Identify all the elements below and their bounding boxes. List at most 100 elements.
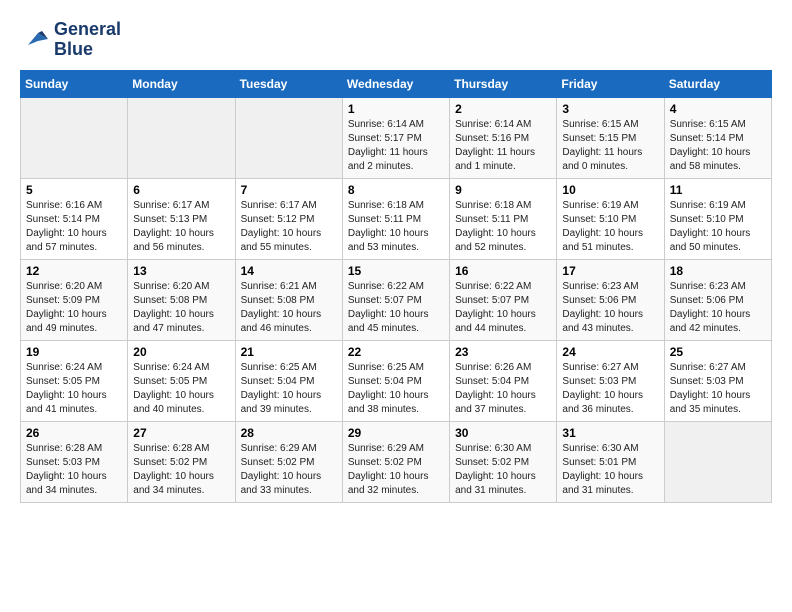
day-number: 15 bbox=[348, 264, 444, 278]
calendar-cell: 9 Sunrise: 6:18 AM Sunset: 5:11 PM Daylig… bbox=[450, 178, 557, 259]
header-wednesday: Wednesday bbox=[342, 70, 449, 97]
day-number: 20 bbox=[133, 345, 229, 359]
day-number: 9 bbox=[455, 183, 551, 197]
day-number: 29 bbox=[348, 426, 444, 440]
day-info: Sunrise: 6:20 AM Sunset: 5:09 PM Dayligh… bbox=[26, 280, 122, 336]
day-number: 19 bbox=[26, 345, 122, 359]
day-info: Sunrise: 6:24 AM Sunset: 5:05 PM Dayligh… bbox=[26, 361, 122, 417]
calendar-week-row: 12 Sunrise: 6:20 AM Sunset: 5:09 PM Dayli… bbox=[21, 259, 772, 340]
day-info: Sunrise: 6:20 AM Sunset: 5:08 PM Dayligh… bbox=[133, 280, 229, 336]
day-info: Sunrise: 6:23 AM Sunset: 5:06 PM Dayligh… bbox=[670, 280, 766, 336]
day-info: Sunrise: 6:27 AM Sunset: 5:03 PM Dayligh… bbox=[562, 361, 658, 417]
day-number: 24 bbox=[562, 345, 658, 359]
calendar-cell: 6 Sunrise: 6:17 AM Sunset: 5:13 PM Daylig… bbox=[128, 178, 235, 259]
calendar-cell: 11Sunrise: 6:19 AM Sunset: 5:10 PM Dayli… bbox=[664, 178, 771, 259]
day-info: Sunrise: 6:24 AM Sunset: 5:05 PM Dayligh… bbox=[133, 361, 229, 417]
calendar-cell: 21 Sunrise: 6:25 AM Sunset: 5:04 PM Dayli… bbox=[235, 340, 342, 421]
day-number: 11 bbox=[670, 183, 766, 197]
logo-icon bbox=[20, 25, 50, 55]
day-info: Sunrise: 6:25 AM Sunset: 5:04 PM Dayligh… bbox=[241, 361, 337, 417]
calendar-cell: 13 Sunrise: 6:20 AM Sunset: 5:08 PM Dayli… bbox=[128, 259, 235, 340]
day-info: Sunrise: 6:14 AM Sunset: 5:16 PM Dayligh… bbox=[455, 118, 551, 174]
day-number: 10 bbox=[562, 183, 658, 197]
calendar-week-row: 19 Sunrise: 6:24 AM Sunset: 5:05 PM Dayli… bbox=[21, 340, 772, 421]
calendar-week-row: 5Sunrise: 6:16 AM Sunset: 5:14 PM Daylig… bbox=[21, 178, 772, 259]
day-number: 14 bbox=[241, 264, 337, 278]
day-info: Sunrise: 6:29 AM Sunset: 5:02 PM Dayligh… bbox=[241, 442, 337, 498]
header-sunday: Sunday bbox=[21, 70, 128, 97]
calendar-cell: 16 Sunrise: 6:22 AM Sunset: 5:07 PM Dayli… bbox=[450, 259, 557, 340]
day-info: Sunrise: 6:22 AM Sunset: 5:07 PM Dayligh… bbox=[455, 280, 551, 336]
day-info: Sunrise: 6:17 AM Sunset: 5:13 PM Dayligh… bbox=[133, 199, 229, 255]
day-info: Sunrise: 6:30 AM Sunset: 5:01 PM Dayligh… bbox=[562, 442, 658, 498]
day-number: 18 bbox=[670, 264, 766, 278]
day-info: Sunrise: 6:22 AM Sunset: 5:07 PM Dayligh… bbox=[348, 280, 444, 336]
day-number: 17 bbox=[562, 264, 658, 278]
day-info: Sunrise: 6:28 AM Sunset: 5:02 PM Dayligh… bbox=[133, 442, 229, 498]
calendar-cell: 3 Sunrise: 6:15 AM Sunset: 5:15 PM Daylig… bbox=[557, 97, 664, 178]
day-info: Sunrise: 6:15 AM Sunset: 5:15 PM Dayligh… bbox=[562, 118, 658, 174]
calendar-cell: 12 Sunrise: 6:20 AM Sunset: 5:09 PM Dayli… bbox=[21, 259, 128, 340]
calendar-cell: 14 Sunrise: 6:21 AM Sunset: 5:08 PM Dayli… bbox=[235, 259, 342, 340]
logo-text: General Blue bbox=[54, 20, 121, 60]
day-info: Sunrise: 6:21 AM Sunset: 5:08 PM Dayligh… bbox=[241, 280, 337, 336]
day-info: Sunrise: 6:14 AM Sunset: 5:17 PM Dayligh… bbox=[348, 118, 444, 174]
day-number: 23 bbox=[455, 345, 551, 359]
header-monday: Monday bbox=[128, 70, 235, 97]
day-info: Sunrise: 6:27 AM Sunset: 5:03 PM Dayligh… bbox=[670, 361, 766, 417]
day-info: Sunrise: 6:18 AM Sunset: 5:11 PM Dayligh… bbox=[455, 199, 551, 255]
day-number: 3 bbox=[562, 102, 658, 116]
logo: General Blue bbox=[20, 20, 121, 60]
day-number: 2 bbox=[455, 102, 551, 116]
calendar-cell: 15 Sunrise: 6:22 AM Sunset: 5:07 PM Dayli… bbox=[342, 259, 449, 340]
day-number: 1 bbox=[348, 102, 444, 116]
day-info: Sunrise: 6:28 AM Sunset: 5:03 PM Dayligh… bbox=[26, 442, 122, 498]
day-number: 21 bbox=[241, 345, 337, 359]
day-info: Sunrise: 6:17 AM Sunset: 5:12 PM Dayligh… bbox=[241, 199, 337, 255]
day-info: Sunrise: 6:23 AM Sunset: 5:06 PM Dayligh… bbox=[562, 280, 658, 336]
calendar-cell: 8Sunrise: 6:18 AM Sunset: 5:11 PM Daylig… bbox=[342, 178, 449, 259]
calendar-cell: 2 Sunrise: 6:14 AM Sunset: 5:16 PM Daylig… bbox=[450, 97, 557, 178]
header-friday: Friday bbox=[557, 70, 664, 97]
day-info: Sunrise: 6:30 AM Sunset: 5:02 PM Dayligh… bbox=[455, 442, 551, 498]
calendar-cell: 18 Sunrise: 6:23 AM Sunset: 5:06 PM Dayli… bbox=[664, 259, 771, 340]
day-info: Sunrise: 6:25 AM Sunset: 5:04 PM Dayligh… bbox=[348, 361, 444, 417]
day-info: Sunrise: 6:15 AM Sunset: 5:14 PM Dayligh… bbox=[670, 118, 766, 174]
calendar-cell: 30Sunrise: 6:30 AM Sunset: 5:02 PM Dayli… bbox=[450, 421, 557, 502]
calendar-cell: 25Sunrise: 6:27 AM Sunset: 5:03 PM Dayli… bbox=[664, 340, 771, 421]
calendar-cell: 5Sunrise: 6:16 AM Sunset: 5:14 PM Daylig… bbox=[21, 178, 128, 259]
calendar-cell: 10Sunrise: 6:19 AM Sunset: 5:10 PM Dayli… bbox=[557, 178, 664, 259]
day-number: 8 bbox=[348, 183, 444, 197]
day-number: 4 bbox=[670, 102, 766, 116]
calendar-week-row: 1 Sunrise: 6:14 AM Sunset: 5:17 PM Daylig… bbox=[21, 97, 772, 178]
calendar-table: SundayMondayTuesdayWednesdayThursdayFrid… bbox=[20, 70, 772, 503]
day-number: 13 bbox=[133, 264, 229, 278]
calendar-cell: 4 Sunrise: 6:15 AM Sunset: 5:14 PM Daylig… bbox=[664, 97, 771, 178]
header-tuesday: Tuesday bbox=[235, 70, 342, 97]
day-number: 7 bbox=[241, 183, 337, 197]
calendar-cell: 20 Sunrise: 6:24 AM Sunset: 5:05 PM Dayli… bbox=[128, 340, 235, 421]
calendar-cell bbox=[128, 97, 235, 178]
calendar-week-row: 26Sunrise: 6:28 AM Sunset: 5:03 PM Dayli… bbox=[21, 421, 772, 502]
day-info: Sunrise: 6:26 AM Sunset: 5:04 PM Dayligh… bbox=[455, 361, 551, 417]
header-thursday: Thursday bbox=[450, 70, 557, 97]
day-number: 16 bbox=[455, 264, 551, 278]
day-number: 22 bbox=[348, 345, 444, 359]
calendar-cell: 31 Sunrise: 6:30 AM Sunset: 5:01 PM Dayli… bbox=[557, 421, 664, 502]
calendar-cell bbox=[664, 421, 771, 502]
calendar-header-row: SundayMondayTuesdayWednesdayThursdayFrid… bbox=[21, 70, 772, 97]
day-number: 12 bbox=[26, 264, 122, 278]
calendar-cell: 29 Sunrise: 6:29 AM Sunset: 5:02 PM Dayli… bbox=[342, 421, 449, 502]
calendar-cell: 23 Sunrise: 6:26 AM Sunset: 5:04 PM Dayli… bbox=[450, 340, 557, 421]
day-number: 31 bbox=[562, 426, 658, 440]
calendar-cell bbox=[235, 97, 342, 178]
day-number: 6 bbox=[133, 183, 229, 197]
calendar-cell: 17 Sunrise: 6:23 AM Sunset: 5:06 PM Dayli… bbox=[557, 259, 664, 340]
day-info: Sunrise: 6:29 AM Sunset: 5:02 PM Dayligh… bbox=[348, 442, 444, 498]
calendar-cell: 28Sunrise: 6:29 AM Sunset: 5:02 PM Dayli… bbox=[235, 421, 342, 502]
page-header: General Blue bbox=[20, 20, 772, 60]
calendar-cell: 27Sunrise: 6:28 AM Sunset: 5:02 PM Dayli… bbox=[128, 421, 235, 502]
calendar-cell bbox=[21, 97, 128, 178]
day-info: Sunrise: 6:16 AM Sunset: 5:14 PM Dayligh… bbox=[26, 199, 122, 255]
header-saturday: Saturday bbox=[664, 70, 771, 97]
